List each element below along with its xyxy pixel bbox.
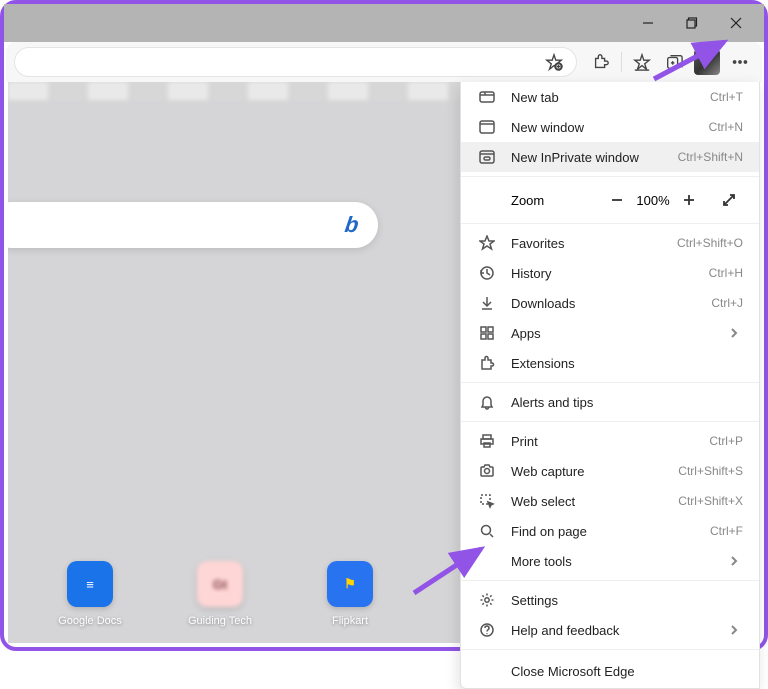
shortcut-label: Ctrl+Shift+N xyxy=(678,150,743,164)
maximize-button[interactable] xyxy=(670,7,714,39)
address-bar[interactable] xyxy=(14,47,577,77)
menu-separator xyxy=(461,580,759,581)
menu-item-help-and-feedback[interactable]: Help and feedback xyxy=(461,615,759,645)
gear-icon xyxy=(477,590,497,610)
shortcut-label: Ctrl+T xyxy=(710,90,743,104)
shortcut-label: Ctrl+H xyxy=(709,266,743,280)
menu-item-new-tab[interactable]: New tab Ctrl+T xyxy=(461,82,759,112)
add-favorite-icon[interactable] xyxy=(538,46,570,78)
separator xyxy=(621,52,622,72)
star-icon xyxy=(477,233,497,253)
menu-item-find-on-page[interactable]: Find on page Ctrl+F xyxy=(461,516,759,546)
menu-separator xyxy=(461,649,759,650)
menu-item-new-inprivate-window[interactable]: New InPrivate window Ctrl+Shift+N xyxy=(461,142,759,172)
menu-item-favorites[interactable]: Favorites Ctrl+Shift+O xyxy=(461,228,759,258)
favorites-icon[interactable] xyxy=(626,46,658,78)
zoom-in-button[interactable] xyxy=(675,186,703,214)
window-icon xyxy=(477,117,497,137)
download-icon xyxy=(477,293,497,313)
close-button[interactable] xyxy=(714,7,758,39)
menu-separator xyxy=(461,176,759,177)
tab-icon xyxy=(477,87,497,107)
print-icon xyxy=(477,431,497,451)
menu-separator xyxy=(461,421,759,422)
chevron-right-icon xyxy=(729,326,743,341)
chevron-right-icon xyxy=(729,623,743,638)
shortcut-label: Ctrl+Shift+X xyxy=(678,494,743,508)
titlebar xyxy=(4,4,764,42)
shortcut-label: Ctrl+Shift+S xyxy=(678,464,743,478)
extensions-icon[interactable] xyxy=(585,46,617,78)
menu-item-history[interactable]: History Ctrl+H xyxy=(461,258,759,288)
browser-toolbar xyxy=(6,42,762,82)
shortcut-label: Ctrl+N xyxy=(709,120,743,134)
bing-logo-icon: b xyxy=(343,212,360,238)
menu-item-print[interactable]: Print Ctrl+P xyxy=(461,426,759,456)
capture-icon xyxy=(477,461,497,481)
search-icon xyxy=(477,521,497,541)
quick-link-guiding-tech[interactable]: Gt Guiding Tech xyxy=(180,561,260,627)
chevron-right-icon xyxy=(729,554,743,569)
menu-item-alerts-and-tips[interactable]: Alerts and tips xyxy=(461,387,759,417)
shortcut-label: Ctrl+Shift+O xyxy=(677,236,743,250)
help-icon xyxy=(477,620,497,640)
menu-separator xyxy=(461,223,759,224)
blank-icon xyxy=(477,551,497,571)
shortcut-label: Ctrl+F xyxy=(710,524,743,538)
quick-link-flipkart[interactable]: ⚑ Flipkart xyxy=(310,561,390,627)
menu-item-settings[interactable]: Settings xyxy=(461,585,759,615)
puzzle-icon xyxy=(477,353,497,373)
menu-item-more-tools[interactable]: More tools xyxy=(461,546,759,576)
bing-search-bar[interactable]: b xyxy=(8,202,378,248)
fullscreen-button[interactable] xyxy=(715,186,743,214)
settings-and-more-menu: New tab Ctrl+T New window Ctrl+N New InP… xyxy=(460,82,760,689)
history-icon xyxy=(477,263,497,283)
collections-icon[interactable] xyxy=(658,46,690,78)
menu-item-web-capture[interactable]: Web capture Ctrl+Shift+S xyxy=(461,456,759,486)
menu-item-web-select[interactable]: Web select Ctrl+Shift+X xyxy=(461,486,759,516)
inprivate-icon xyxy=(477,147,497,167)
menu-item-close-edge[interactable]: Close Microsoft Edge xyxy=(461,654,759,688)
minimize-button[interactable] xyxy=(626,7,670,39)
menu-item-apps[interactable]: Apps xyxy=(461,318,759,348)
select-icon xyxy=(477,491,497,511)
zoom-value: 100% xyxy=(631,193,675,208)
quick-links: ≡ Google Docs Gt Guiding Tech ⚑ Flipkart xyxy=(50,561,390,627)
blank-icon xyxy=(477,661,497,681)
quick-link-google-docs[interactable]: ≡ Google Docs xyxy=(50,561,130,627)
profile-avatar[interactable] xyxy=(694,49,720,75)
shortcut-label: Ctrl+J xyxy=(711,296,743,310)
apps-icon xyxy=(477,323,497,343)
menu-separator xyxy=(461,382,759,383)
shortcut-label: Ctrl+P xyxy=(709,434,743,448)
menu-item-extensions[interactable]: Extensions xyxy=(461,348,759,378)
zoom-out-button[interactable] xyxy=(603,186,631,214)
menu-item-downloads[interactable]: Downloads Ctrl+J xyxy=(461,288,759,318)
more-menu-button[interactable] xyxy=(724,46,756,78)
menu-item-zoom: Zoom 100% xyxy=(461,181,759,219)
menu-item-new-window[interactable]: New window Ctrl+N xyxy=(461,112,759,142)
bell-icon xyxy=(477,392,497,412)
